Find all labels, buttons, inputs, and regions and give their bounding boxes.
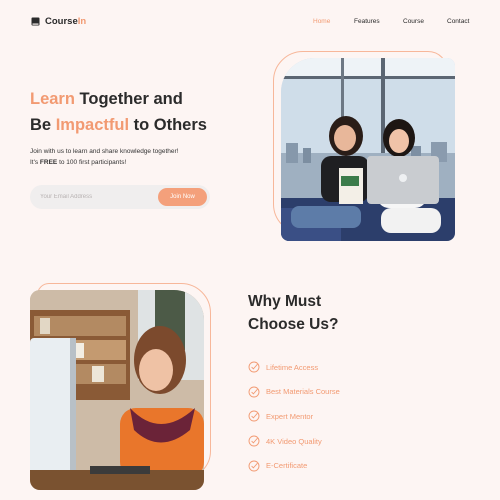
- feature-label: Expert Mentor: [266, 411, 314, 421]
- navbar: CourseIn Home Features Course Contact: [0, 0, 500, 44]
- nav-contact[interactable]: Contact: [447, 18, 469, 25]
- student-photo-illustration: [30, 290, 204, 490]
- hero-title: Learn Together and Be Impactful to Other…: [30, 86, 250, 138]
- check-circle-icon: [248, 460, 260, 472]
- hero-title-accent-2: Impactful: [55, 116, 130, 134]
- feature-item: E-Certificate: [248, 453, 340, 478]
- feature-item: Expert Mentor: [248, 404, 340, 429]
- why-title-line2: Choose Us?: [248, 316, 339, 333]
- why-image: [30, 290, 204, 490]
- feature-label: 4K Video Quality: [266, 436, 322, 446]
- logo[interactable]: CourseIn: [31, 16, 86, 27]
- hero-desc-line1: Join with us to learn and share knowledg…: [30, 148, 179, 155]
- feature-label: E-Certificate: [266, 461, 308, 471]
- hero-title-end-2: to Others: [129, 116, 207, 134]
- hero-desc-line2-end: to 100 first participants!: [57, 159, 127, 166]
- email-input[interactable]: [40, 191, 150, 203]
- why-title-line1: Why Must: [248, 293, 322, 310]
- feature-label: Lifetime Access: [266, 362, 319, 372]
- hero-description: Join with us to learn and share knowledg…: [30, 146, 250, 168]
- check-circle-icon: [248, 435, 260, 447]
- check-circle-icon: [248, 361, 260, 373]
- nav-home[interactable]: Home: [313, 18, 330, 25]
- hero-desc-line2-start: It's: [30, 159, 40, 166]
- check-circle-icon: [248, 386, 260, 398]
- why-feature-list: Lifetime Access Best Materials Course Ex…: [248, 355, 340, 478]
- hero-title-start-2: Be: [30, 116, 56, 134]
- nav-course[interactable]: Course: [403, 18, 424, 25]
- join-now-button[interactable]: Join Now: [158, 188, 207, 206]
- feature-label: Best Materials Course: [266, 387, 340, 397]
- check-circle-icon: [248, 411, 260, 422]
- brand-name: CourseIn: [45, 16, 87, 27]
- book-icon: [31, 17, 40, 26]
- email-signup-form: Join Now: [30, 185, 210, 209]
- hero-photo-illustration: [281, 58, 455, 241]
- feature-item: Best Materials Course: [248, 380, 340, 405]
- feature-item: Lifetime Access: [248, 355, 340, 380]
- nav-features[interactable]: Features: [354, 18, 380, 25]
- why-title: Why Must Choose Us?: [248, 290, 408, 336]
- hero-image: [281, 58, 455, 241]
- hero-title-rest-1: Together and: [74, 90, 183, 108]
- feature-item: 4K Video Quality: [248, 429, 340, 454]
- hero-desc-free: FREE: [39, 159, 58, 166]
- hero-title-accent-1: Learn: [30, 90, 75, 108]
